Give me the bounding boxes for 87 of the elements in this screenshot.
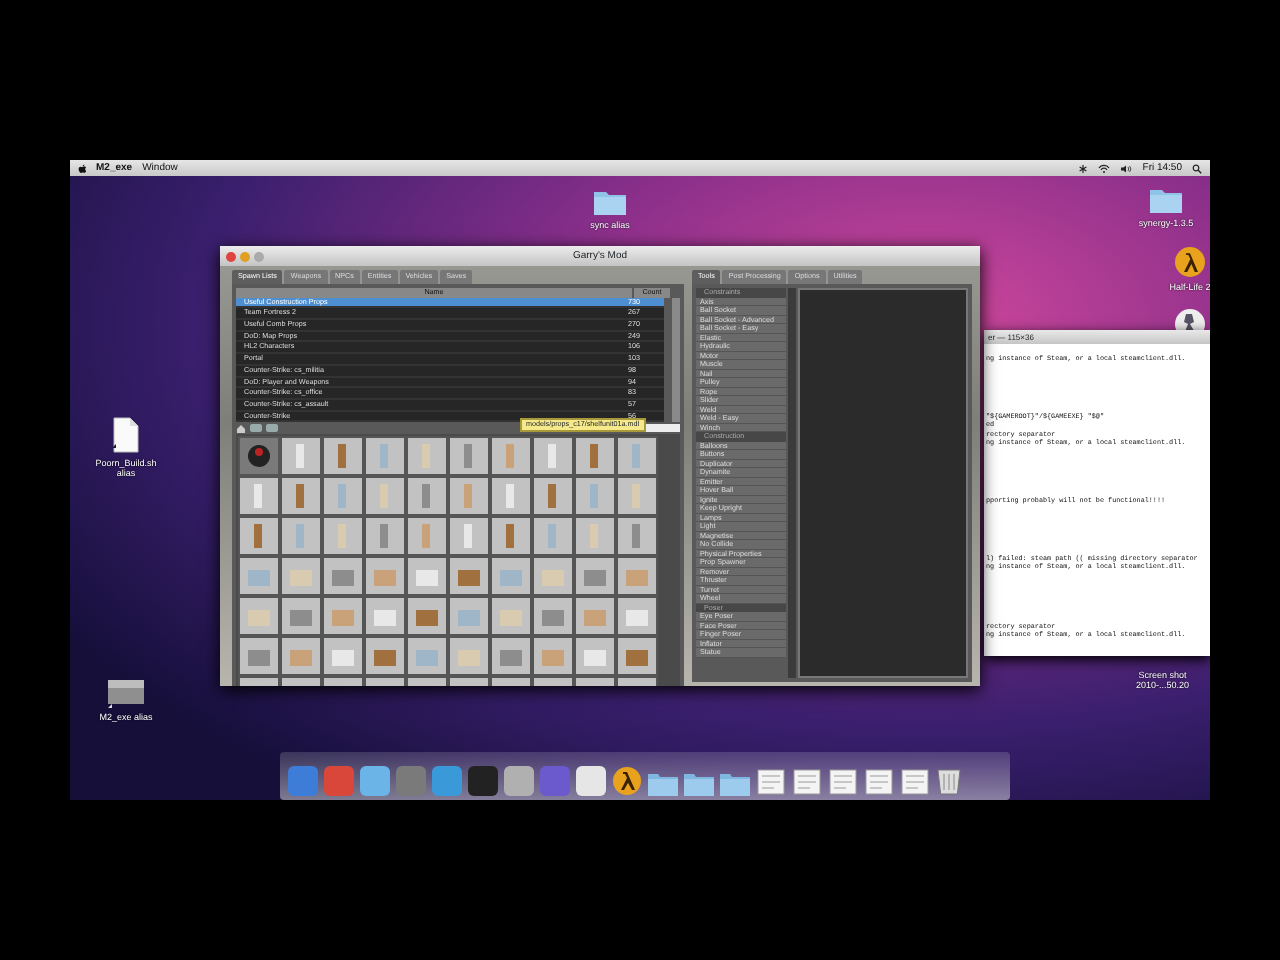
document-icon[interactable] — [792, 768, 822, 796]
prop-thumbnail[interactable] — [238, 516, 280, 557]
prop-thumbnail[interactable] — [532, 476, 574, 517]
close-button[interactable] — [226, 251, 236, 261]
prop-thumbnail[interactable] — [364, 476, 406, 517]
prop-thumbnail[interactable] — [406, 436, 448, 477]
speaker-icon — [1120, 163, 1133, 173]
prop-thumbnail[interactable] — [364, 636, 406, 677]
prop-thumbnail[interactable] — [322, 436, 364, 477]
prop-thumbnail[interactable] — [490, 596, 532, 637]
prop-thumbnail[interactable] — [280, 516, 322, 557]
apple-menu-icon — [78, 163, 86, 173]
document-icon — [110, 416, 142, 454]
prop-thumbnail[interactable] — [322, 476, 364, 517]
prop-thumbnail[interactable] — [364, 436, 406, 477]
prop-thumbnail[interactable] — [364, 556, 406, 597]
prop-thumbnail[interactable] — [406, 516, 448, 557]
folder-icon[interactable] — [648, 770, 678, 796]
prop-thumbnail[interactable] — [448, 596, 490, 637]
prop-thumbnail[interactable] — [364, 596, 406, 637]
prop-thumbnail[interactable] — [406, 636, 448, 677]
folder-icon — [592, 186, 628, 216]
folder-icon[interactable] — [684, 770, 714, 796]
folder-icon[interactable] — [720, 770, 750, 796]
dock-app-icon[interactable] — [576, 766, 606, 796]
prop-thumbnail[interactable] — [280, 476, 322, 517]
bluetooth-icon — [1078, 163, 1089, 173]
disk-image-icon — [106, 676, 146, 708]
prop-thumbnail[interactable] — [574, 636, 616, 677]
prop-thumbnail[interactable] — [574, 476, 616, 517]
document-icon[interactable] — [828, 768, 858, 796]
prop-thumbnail[interactable] — [490, 636, 532, 677]
prop-thumbnail[interactable] — [322, 556, 364, 597]
prop-thumbnail[interactable] — [616, 596, 658, 637]
prop-thumbnail[interactable] — [364, 516, 406, 557]
prop-thumbnail[interactable] — [616, 636, 658, 677]
prop-thumbnail[interactable] — [238, 596, 280, 637]
prop-thumbnail[interactable] — [280, 636, 322, 677]
prop-thumbnail[interactable] — [448, 556, 490, 597]
lambda-logo-icon[interactable] — [612, 766, 642, 796]
prop-thumbnail[interactable] — [574, 436, 616, 477]
prop-thumbnail[interactable] — [490, 476, 532, 517]
trash-icon[interactable] — [936, 764, 962, 796]
prop-thumbnail[interactable] — [448, 476, 490, 517]
search-icon — [1192, 163, 1202, 173]
prop-thumbnail[interactable] — [322, 596, 364, 637]
prop-thumbnail[interactable] — [238, 636, 280, 677]
prop-thumbnail[interactable] — [574, 516, 616, 557]
prop-thumbnail[interactable] — [532, 596, 574, 637]
prop-thumbnail[interactable] — [574, 596, 616, 637]
prop-thumbnail[interactable] — [406, 596, 448, 637]
home-icon — [236, 423, 246, 434]
prop-thumbnail[interactable] — [490, 436, 532, 477]
document-icon[interactable] — [900, 768, 930, 796]
prop-thumbnail[interactable] — [406, 556, 448, 597]
wifi-icon — [1098, 163, 1111, 173]
prop-thumbnail[interactable] — [532, 636, 574, 677]
prop-thumbnail[interactable] — [616, 436, 658, 477]
prop-thumbnail[interactable] — [280, 556, 322, 597]
prop-thumbnail[interactable] — [406, 476, 448, 517]
document-icon[interactable] — [756, 768, 786, 796]
prop-thumbnail[interactable] — [448, 636, 490, 677]
prop-thumbnail[interactable] — [532, 516, 574, 557]
dock-app-icon[interactable] — [468, 766, 498, 796]
prop-thumbnail[interactable] — [322, 516, 364, 557]
folder-icon — [1148, 184, 1184, 214]
lambda-logo-icon — [1174, 246, 1206, 278]
prop-thumbnail[interactable] — [532, 436, 574, 477]
prop-thumbnail[interactable] — [616, 556, 658, 597]
prop-thumbnail[interactable] — [616, 476, 658, 517]
document-icon[interactable] — [864, 768, 894, 796]
prop-thumbnail[interactable] — [574, 556, 616, 597]
prop-thumbnail[interactable] — [448, 436, 490, 477]
prop-thumbnail[interactable] — [532, 556, 574, 597]
scrollbar[interactable] — [788, 288, 796, 678]
prop-thumbnail[interactable] — [448, 516, 490, 557]
prop-thumbnail[interactable] — [238, 476, 280, 517]
prop-thumbnail[interactable] — [280, 596, 322, 637]
prop-thumbnail[interactable] — [238, 556, 280, 597]
prop-thumbnail[interactable] — [280, 436, 322, 477]
prop-thumbnail[interactable] — [238, 436, 280, 477]
prop-thumbnail[interactable] — [490, 516, 532, 557]
prop-thumbnail[interactable] — [490, 556, 532, 597]
prop-thumbnail[interactable] — [616, 516, 658, 557]
prop-model-icon — [246, 442, 272, 471]
scrollbar[interactable] — [672, 297, 680, 423]
prop-thumbnail[interactable] — [322, 636, 364, 677]
